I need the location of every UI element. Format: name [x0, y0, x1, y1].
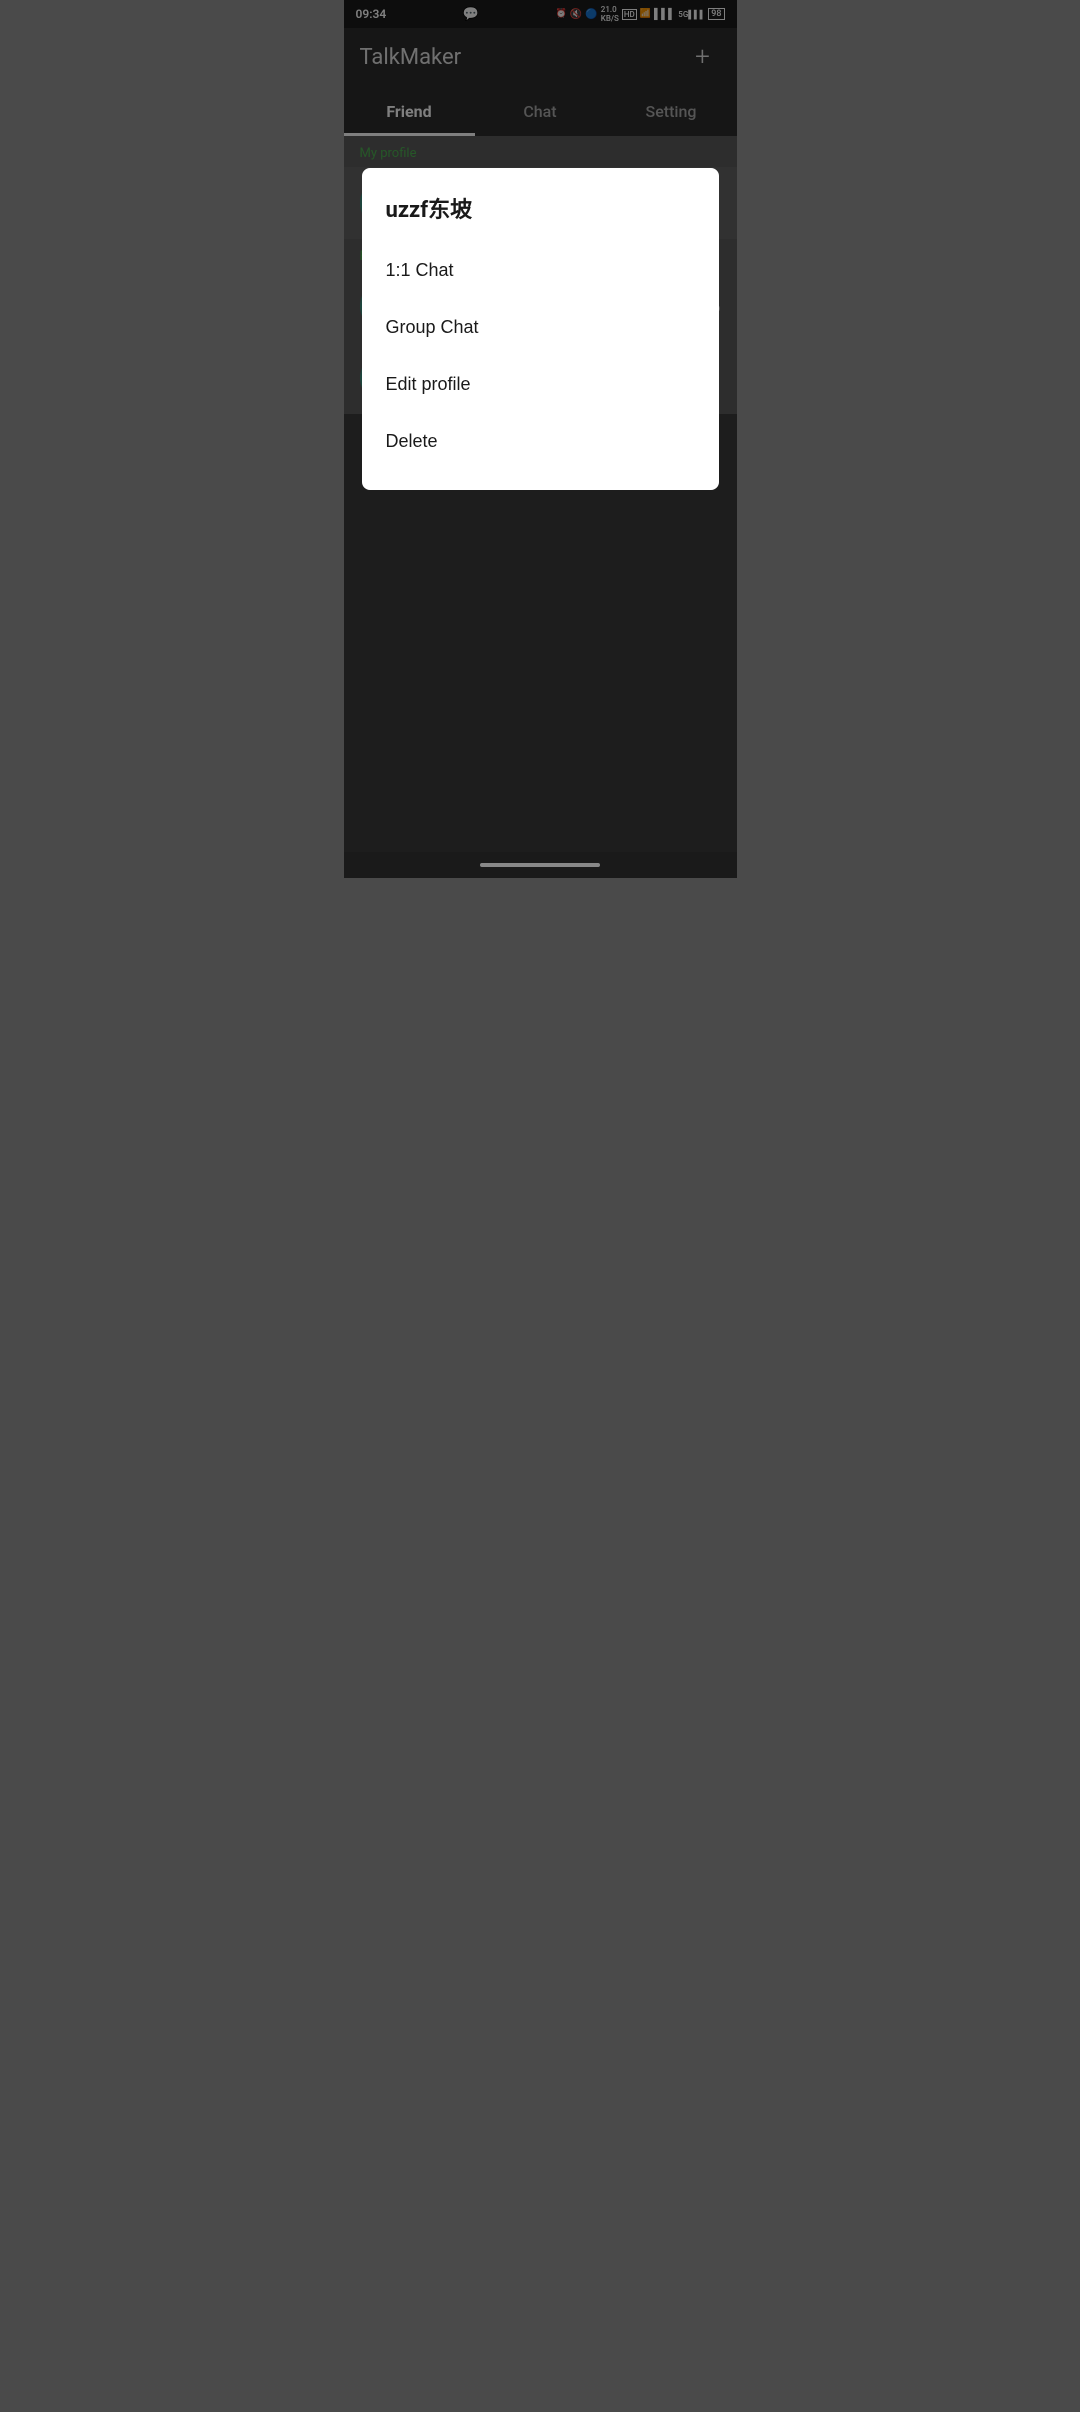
context-menu-title: uzzf东坡: [386, 192, 695, 224]
one-to-one-chat-button[interactable]: 1:1 Chat: [386, 242, 695, 299]
group-chat-button[interactable]: Group Chat: [386, 299, 695, 356]
context-menu-dialog: uzzf东坡 1:1 Chat Group Chat Edit profile …: [362, 168, 719, 490]
bottom-nav: [344, 852, 737, 878]
screen: 09:34 💬 ⏰ 🔇 🔵 21.0KB/S HD 📶 ▌▌▌ 5G▌▌▌ 98…: [344, 0, 737, 878]
home-indicator: [480, 863, 600, 867]
edit-profile-button[interactable]: Edit profile: [386, 356, 695, 413]
delete-button[interactable]: Delete: [386, 413, 695, 470]
